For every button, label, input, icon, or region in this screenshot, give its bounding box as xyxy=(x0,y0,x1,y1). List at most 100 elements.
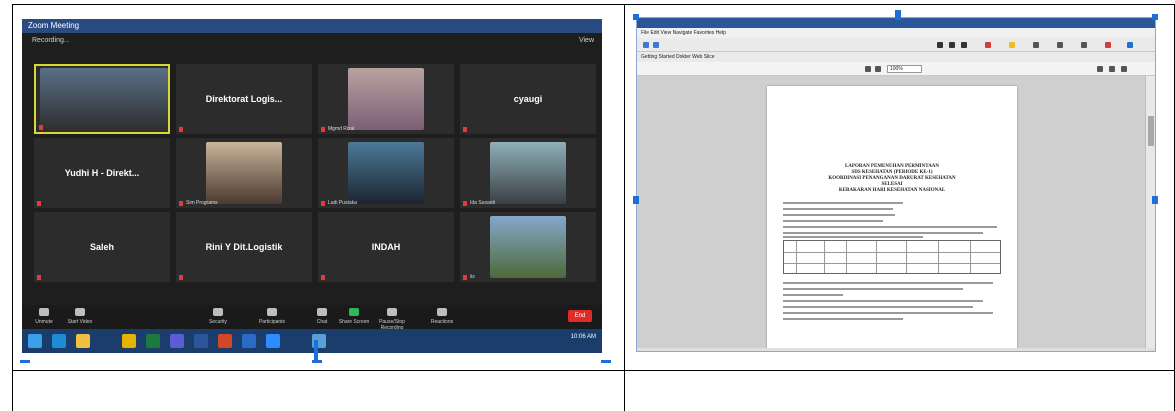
settings-icon[interactable] xyxy=(1109,66,1115,72)
unmute-button[interactable]: Unmute xyxy=(24,308,64,325)
bookmarks-bar[interactable]: Getting Started Dokter Web Slice xyxy=(637,52,1155,62)
participant-name: Yudhi H - Direkt... xyxy=(64,168,140,178)
scroll-thumb[interactable] xyxy=(1148,116,1154,146)
menu-bar[interactable]: File Edit View Navigate Favorites Help xyxy=(637,28,1155,38)
doc-text-line xyxy=(783,214,895,216)
word-screenshot[interactable]: File Edit View Navigate Favorites Help G… xyxy=(636,17,1156,352)
participant-tile[interactable]: Rini Y Dit.Logistik xyxy=(176,212,312,282)
participant-caption: Mgmd Rizal xyxy=(328,126,355,132)
rotate-handle[interactable] xyxy=(314,340,318,360)
view-button[interactable]: View xyxy=(579,37,594,44)
unmute-icon xyxy=(39,308,49,316)
start-video-button[interactable]: Start Video xyxy=(60,308,100,325)
participants-icon xyxy=(267,308,277,316)
print-icon[interactable] xyxy=(1121,66,1127,72)
resize-handle-tr[interactable] xyxy=(1152,14,1158,20)
participant-tile[interactable]: Mgmd Rizal xyxy=(318,64,454,134)
italic-icon[interactable] xyxy=(949,42,955,48)
align-icon[interactable] xyxy=(1033,42,1039,48)
resize-handle-tl[interactable] xyxy=(633,14,639,20)
participant-name: cyaugi xyxy=(513,94,543,104)
folder-icon[interactable] xyxy=(76,334,90,348)
share-screen-icon xyxy=(349,308,359,316)
excel-icon[interactable] xyxy=(146,334,160,348)
list-icon[interactable] xyxy=(1057,42,1063,48)
end-meeting-button[interactable]: End xyxy=(568,310,592,322)
zoom-icon[interactable] xyxy=(266,334,280,348)
word-icon[interactable] xyxy=(194,334,208,348)
resize-handle-bl[interactable] xyxy=(20,360,30,363)
reactions-icon xyxy=(437,308,447,316)
participant-caption: Ida Susanti xyxy=(470,200,496,206)
zoom-level[interactable]: 100% xyxy=(887,65,922,73)
participant-tile[interactable]: Saleh xyxy=(34,212,170,282)
participant-tile[interactable]: cyaugi xyxy=(460,64,596,134)
participant-tile[interactable]: Yudhi H - Direkt... xyxy=(34,138,170,208)
blue-icon[interactable] xyxy=(1127,42,1133,48)
forward-icon[interactable] xyxy=(653,42,659,48)
color-icon[interactable] xyxy=(985,42,991,48)
tools-icon[interactable] xyxy=(1097,66,1103,72)
flag-icon[interactable] xyxy=(1105,42,1111,48)
toolbar-label: Reactions xyxy=(430,319,454,325)
document-page: Zoom Meeting Recording... View Direktora… xyxy=(0,0,1175,411)
resize-handle-ml[interactable] xyxy=(633,196,639,204)
doc-text-line xyxy=(783,236,923,238)
participants-button[interactable]: Participants xyxy=(252,308,292,325)
powerpoint-icon[interactable] xyxy=(218,334,232,348)
participant-caption: iis xyxy=(470,274,475,280)
zoom-screenshot[interactable]: Zoom Meeting Recording... View Direktora… xyxy=(22,19,602,353)
mic-muted-icon xyxy=(179,275,183,280)
toolbar-label: Participants xyxy=(258,319,286,325)
toolbar-label: Security xyxy=(208,319,228,325)
start-video-icon xyxy=(75,308,85,316)
mic-muted-icon xyxy=(39,125,43,130)
bold-icon[interactable] xyxy=(937,42,943,48)
share-screen-button[interactable]: Share Screen xyxy=(334,308,374,325)
highlight-icon[interactable] xyxy=(1009,42,1015,48)
participant-name: Direktorat Logis... xyxy=(205,94,283,104)
windows-taskbar: 10:06 AM xyxy=(22,329,602,353)
security-button[interactable]: Security xyxy=(198,308,238,325)
mic-muted-icon xyxy=(463,275,467,280)
participant-tile[interactable] xyxy=(34,64,170,134)
recording-indicator: Recording... xyxy=(32,37,70,44)
page-icon[interactable] xyxy=(865,66,871,72)
participant-tile[interactable]: Direktorat Logis... xyxy=(176,64,312,134)
resize-handle-bm[interactable] xyxy=(312,360,322,363)
resize-handle-mr[interactable] xyxy=(1152,196,1158,204)
recording-button[interactable]: Pause/Stop Recording xyxy=(372,308,412,331)
chrome-icon[interactable] xyxy=(122,334,136,348)
doc-text-line xyxy=(783,288,963,290)
participant-tile[interactable]: Ida Susanti xyxy=(460,138,596,208)
reactions-button[interactable]: Reactions xyxy=(422,308,462,325)
arrow-icon[interactable] xyxy=(875,66,881,72)
security-icon xyxy=(213,308,223,316)
recording-icon xyxy=(387,308,397,316)
participant-tile[interactable]: Sim Programs xyxy=(176,138,312,208)
document-table xyxy=(783,240,1001,274)
table-border-middle xyxy=(624,4,625,411)
resize-handle-br[interactable] xyxy=(601,360,611,363)
vertical-scrollbar[interactable] xyxy=(1145,76,1155,348)
table-border-top xyxy=(12,4,1175,5)
doc-text-line xyxy=(783,226,997,228)
indent-icon[interactable] xyxy=(1081,42,1087,48)
resize-handle-tm[interactable] xyxy=(895,10,901,20)
participant-tile[interactable]: Ludi Pustaka xyxy=(318,138,454,208)
participant-tile[interactable]: INDAH xyxy=(318,212,454,282)
start-icon[interactable] xyxy=(28,334,42,348)
participant-tile[interactable]: iis xyxy=(460,212,596,282)
app-icon[interactable] xyxy=(170,334,184,348)
zoom-window-title: Zoom Meeting xyxy=(28,21,80,30)
outlook-icon[interactable] xyxy=(242,334,256,348)
underline-icon[interactable] xyxy=(961,42,967,48)
toolbar-label: Share Screen xyxy=(338,319,370,325)
zoom-top-row: Recording... View xyxy=(22,33,602,51)
edge-icon[interactable] xyxy=(52,334,66,348)
toolbar-label: Unmute xyxy=(35,319,53,325)
participant-caption: Sim Programs xyxy=(186,200,218,206)
back-icon[interactable] xyxy=(643,42,649,48)
mic-muted-icon xyxy=(37,201,41,206)
document-page-sheet[interactable]: LAPORAN PEMENUHAN PERMINTAAN SDS KESEHATA… xyxy=(767,86,1017,348)
